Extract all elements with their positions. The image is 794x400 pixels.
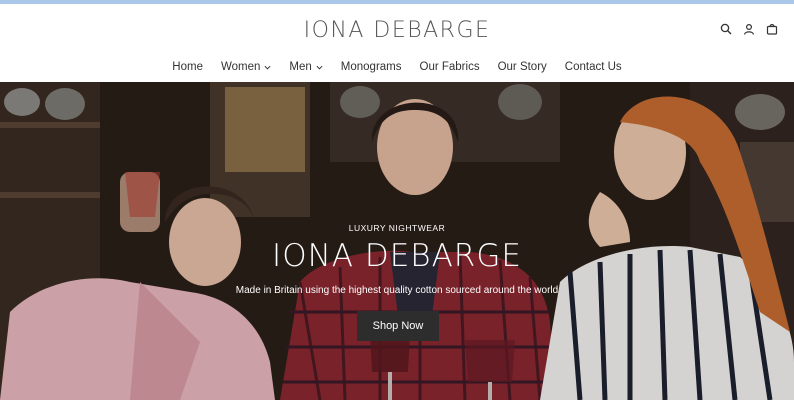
- nav-label: Our Story: [497, 61, 547, 73]
- hero-headline: IONA DEBARGE: [272, 238, 522, 274]
- account-icon[interactable]: [742, 22, 755, 35]
- nav-label: Contact Us: [564, 61, 622, 73]
- utility-icons: [719, 22, 778, 35]
- hero-tagline: Made in Britain using the highest qualit…: [235, 285, 559, 296]
- nav-item-contact-us[interactable]: Contact Us: [556, 61, 631, 73]
- cart-icon[interactable]: [765, 22, 778, 35]
- nav-label: Women: [220, 61, 261, 73]
- nav-item-our-fabrics[interactable]: Our Fabrics: [411, 61, 489, 73]
- shop-now-button[interactable]: Shop Now: [357, 311, 439, 341]
- hero-eyebrow: LUXURY NIGHTWEAR: [348, 223, 446, 233]
- main-navigation: Home Women Men Monograms Our Fabrics Our…: [0, 61, 794, 73]
- chevron-down-icon: [264, 65, 271, 70]
- nav-label: Men: [289, 61, 312, 73]
- nav-label: Home: [172, 61, 203, 73]
- nav-item-our-story[interactable]: Our Story: [489, 61, 556, 73]
- nav-item-men[interactable]: Men: [280, 61, 331, 73]
- brand-logo[interactable]: IONA DEBARGE: [0, 18, 794, 43]
- nav-label: Monograms: [340, 61, 402, 73]
- nav-item-women[interactable]: Women: [212, 61, 280, 73]
- nav-label: Our Fabrics: [419, 61, 480, 73]
- hero-banner: LUXURY NIGHTWEAR IONA DEBARGE Made in Br…: [0, 82, 794, 400]
- nav-item-home[interactable]: Home: [163, 61, 212, 73]
- site-header: IONA DEBARGE Home Women Men Monograms Ou…: [0, 4, 794, 82]
- search-icon[interactable]: [719, 22, 732, 35]
- chevron-down-icon: [316, 65, 323, 70]
- nav-item-monograms[interactable]: Monograms: [332, 61, 411, 73]
